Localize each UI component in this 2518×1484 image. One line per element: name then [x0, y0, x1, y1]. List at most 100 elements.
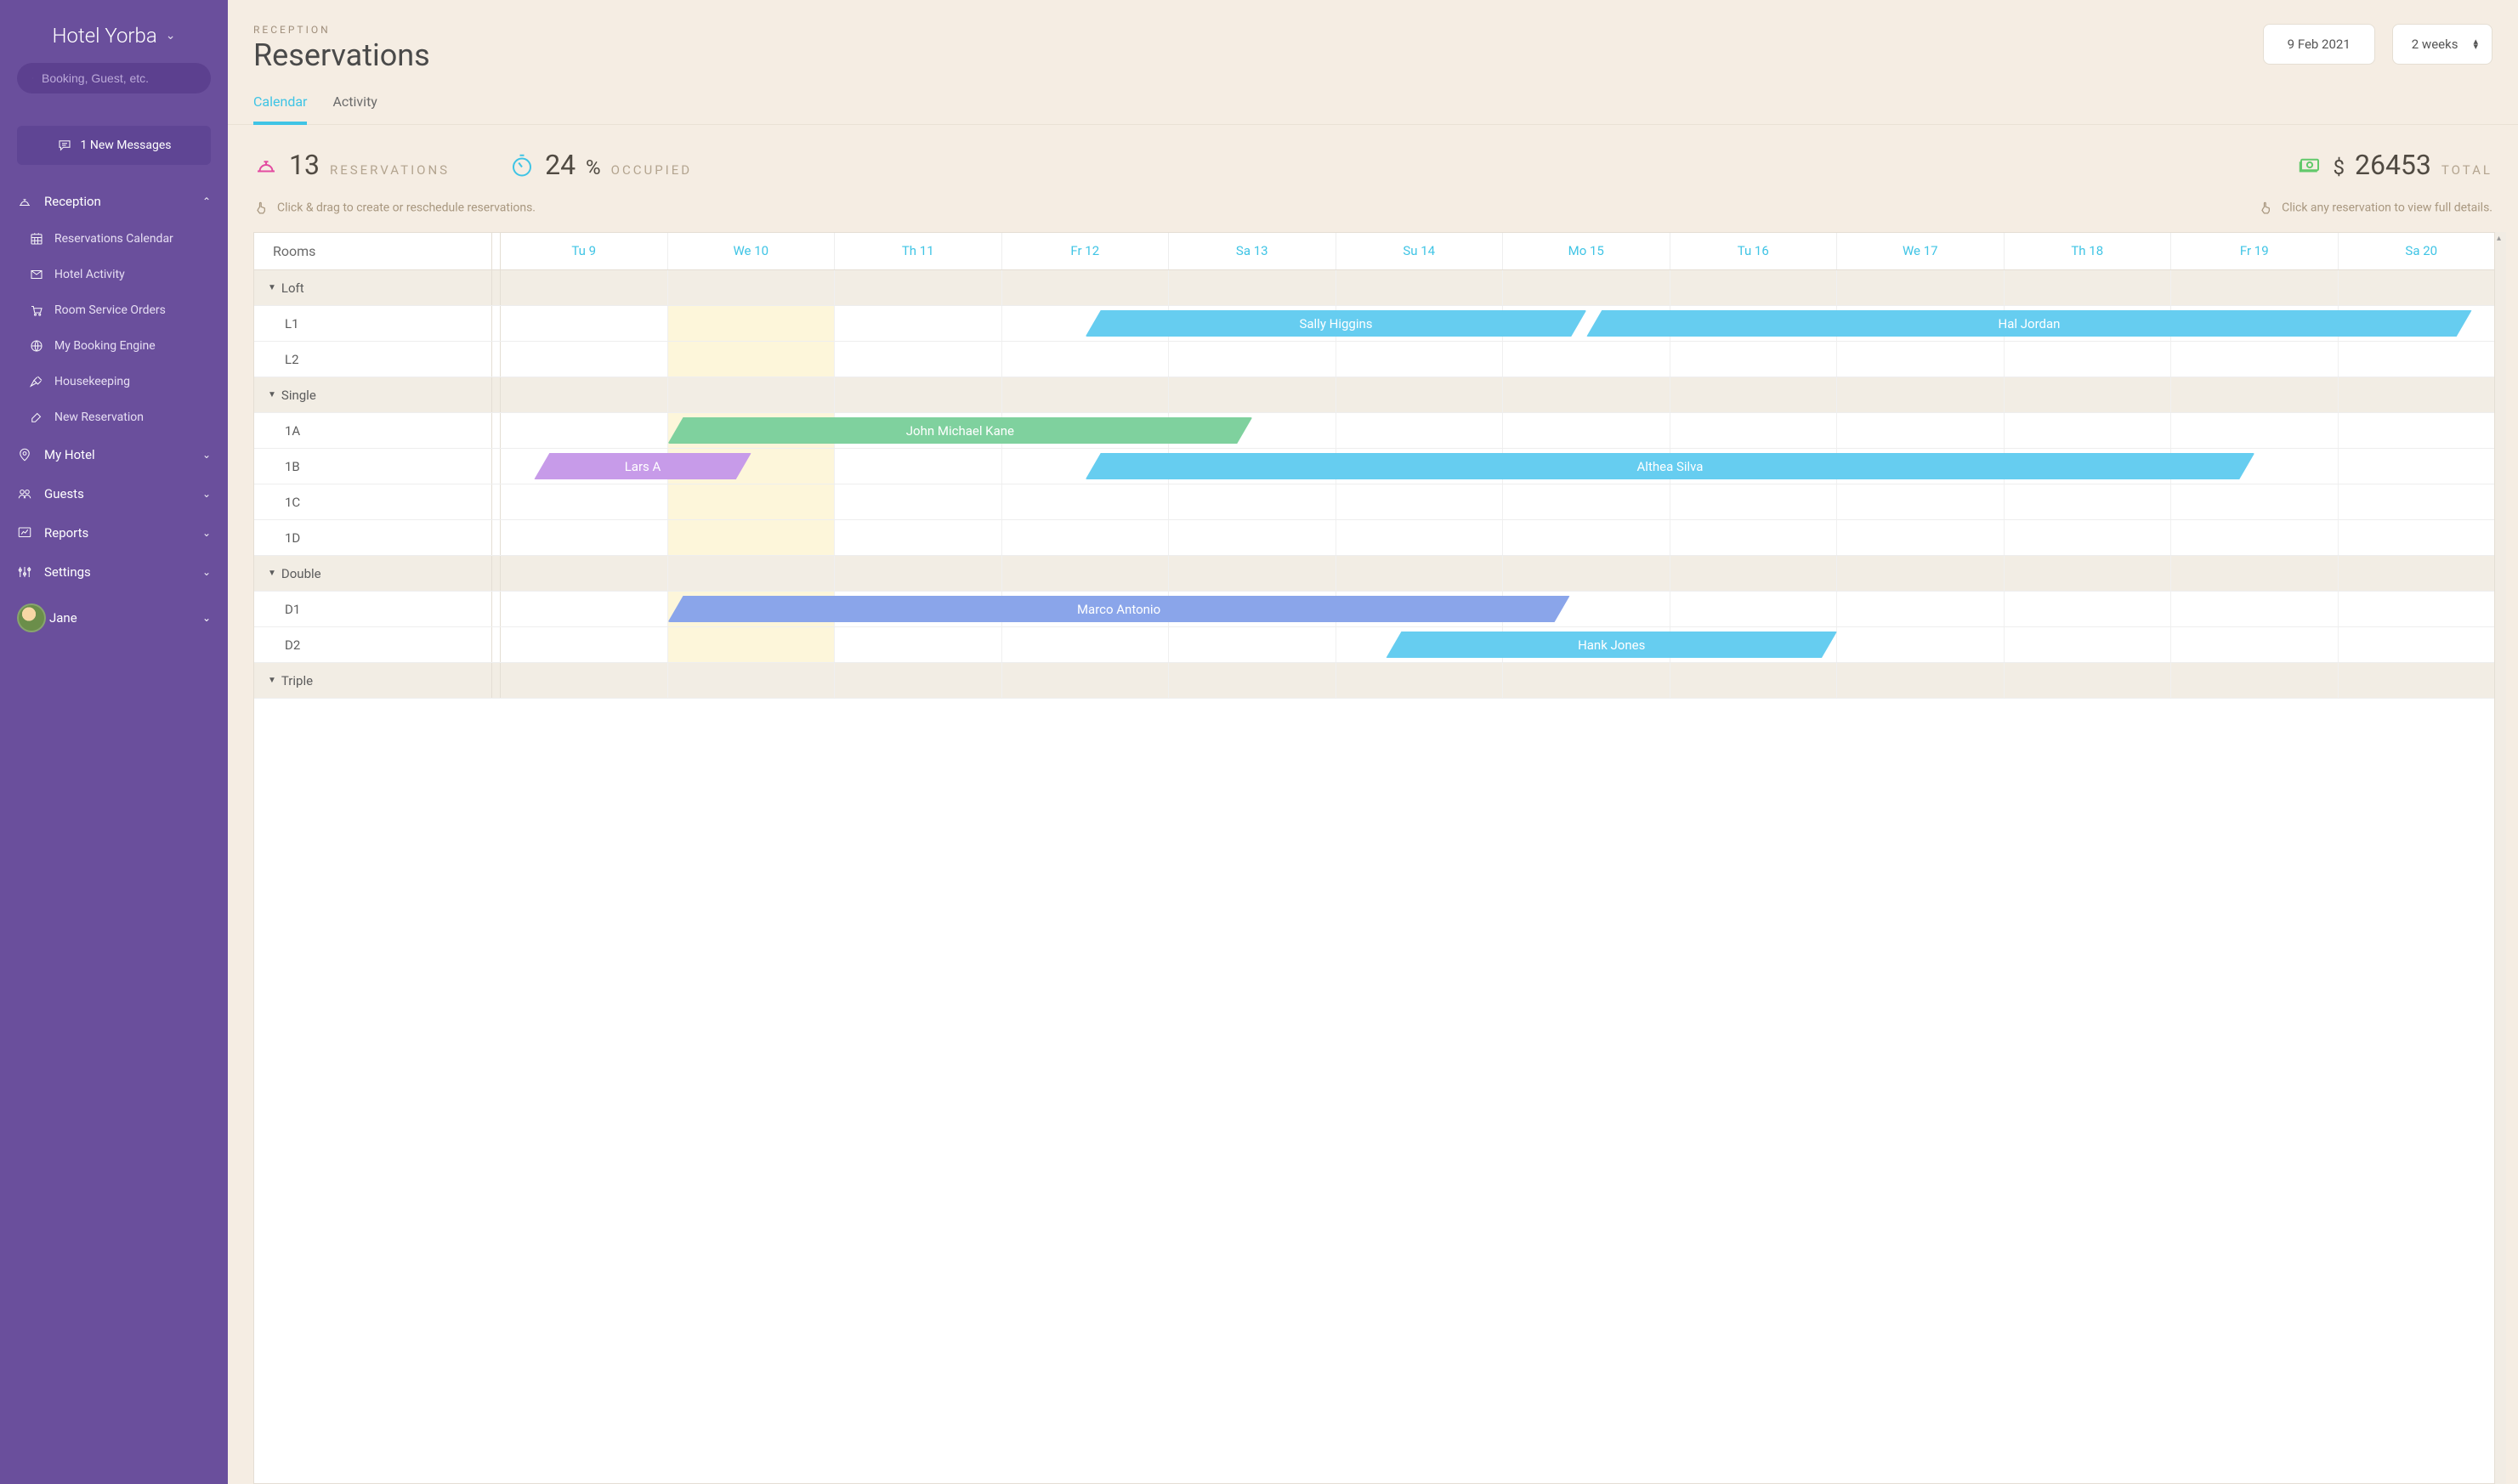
user-menu[interactable]: Jane ⌄ — [0, 592, 228, 644]
grid-cell[interactable] — [835, 484, 1002, 519]
grid-cell[interactable] — [1837, 520, 2005, 555]
search-input[interactable] — [42, 71, 196, 85]
day-header[interactable]: Sa 13 — [1169, 233, 1336, 269]
grid-cell[interactable] — [668, 342, 836, 377]
room-label[interactable]: ▼ Loft — [254, 270, 492, 305]
day-header[interactable]: We 17 — [1837, 233, 2005, 269]
grid-cell[interactable] — [1503, 413, 1670, 448]
grid-cell[interactable] — [1002, 520, 1170, 555]
reservation-block[interactable]: Marco Antonio — [668, 596, 1570, 622]
nav-section-settings[interactable]: Settings⌄ — [0, 552, 228, 592]
room-label[interactable]: ▼ Triple — [254, 663, 492, 698]
scrollbar[interactable] — [2494, 232, 2506, 1484]
grid-cell[interactable] — [1503, 484, 1670, 519]
reservation-block[interactable]: Hal Jordan — [1586, 310, 2471, 337]
grid-cell[interactable] — [2339, 413, 2506, 448]
reservation-block[interactable]: Althea Silva — [1086, 453, 2255, 479]
day-header[interactable]: Tu 9 — [501, 233, 668, 269]
grid-cell[interactable] — [1169, 342, 1336, 377]
grid-cell[interactable] — [1336, 413, 1504, 448]
grid-cell[interactable] — [1837, 627, 2005, 662]
search-field[interactable] — [17, 63, 211, 93]
grid-cell[interactable] — [1336, 520, 1504, 555]
grid-cell[interactable] — [1670, 342, 1838, 377]
grid-cell[interactable] — [2171, 627, 2339, 662]
day-header[interactable]: Mo 15 — [1503, 233, 1670, 269]
grid-cell[interactable] — [501, 484, 668, 519]
grid-cell[interactable] — [2339, 484, 2506, 519]
grid-cell[interactable] — [501, 342, 668, 377]
grid-cell[interactable] — [2339, 592, 2506, 626]
tab-activity[interactable]: Activity — [332, 88, 377, 125]
grid-cell[interactable] — [2005, 413, 2172, 448]
day-header[interactable]: Sa 20 — [2339, 233, 2506, 269]
grid-cell[interactable] — [1503, 342, 1670, 377]
date-picker[interactable]: 9 Feb 2021 — [2263, 24, 2375, 65]
nav-section-reception[interactable]: Reception⌃ — [0, 182, 228, 221]
nav-section-reports[interactable]: Reports⌄ — [0, 513, 228, 552]
grid-cell[interactable] — [2005, 342, 2172, 377]
nav-item-new-reservation[interactable]: New Reservation — [0, 399, 228, 435]
grid-cell[interactable] — [2005, 484, 2172, 519]
day-header[interactable]: Th 18 — [2005, 233, 2172, 269]
day-header[interactable]: Fr 12 — [1002, 233, 1170, 269]
grid-cell[interactable] — [1670, 520, 1838, 555]
grid-cell[interactable] — [501, 627, 668, 662]
grid-cell[interactable] — [1336, 342, 1504, 377]
day-header[interactable]: Fr 19 — [2171, 233, 2339, 269]
grid-cell[interactable] — [2171, 413, 2339, 448]
grid-cell[interactable] — [2339, 627, 2506, 662]
grid-cell[interactable] — [1670, 484, 1838, 519]
nav-item-hotel-activity[interactable]: Hotel Activity — [0, 257, 228, 292]
grid-cell[interactable] — [668, 306, 836, 341]
nav-section-guests[interactable]: Guests⌄ — [0, 474, 228, 513]
day-header[interactable]: Tu 16 — [1670, 233, 1838, 269]
grid-cell[interactable] — [668, 520, 836, 555]
grid-cell[interactable] — [1002, 627, 1170, 662]
grid-cell[interactable] — [835, 306, 1002, 341]
grid-cell[interactable] — [1002, 342, 1170, 377]
grid-cell[interactable] — [668, 627, 836, 662]
grid-cell[interactable] — [2171, 342, 2339, 377]
grid-cell[interactable] — [1837, 592, 2005, 626]
room-label[interactable]: ▼ Double — [254, 556, 492, 591]
reservation-block[interactable]: Lars A — [534, 453, 751, 479]
range-select[interactable]: 2 weeks ▴▾ — [2392, 24, 2492, 65]
grid-cell[interactable] — [835, 342, 1002, 377]
grid-cell[interactable] — [501, 306, 668, 341]
grid-cell[interactable] — [2171, 520, 2339, 555]
grid-cell[interactable] — [1169, 627, 1336, 662]
room-label[interactable]: ▼ Single — [254, 377, 492, 412]
grid-cell[interactable] — [1336, 484, 1504, 519]
nav-item-housekeeping[interactable]: Housekeeping — [0, 364, 228, 399]
day-header[interactable]: We 10 — [668, 233, 836, 269]
grid-cell[interactable] — [1837, 342, 2005, 377]
day-header[interactable]: Su 14 — [1336, 233, 1504, 269]
grid-cell[interactable] — [2339, 520, 2506, 555]
grid-cell[interactable] — [835, 449, 1002, 484]
grid-cell[interactable] — [2171, 484, 2339, 519]
reservation-block[interactable]: Sally Higgins — [1086, 310, 1587, 337]
reservation-block[interactable]: Hank Jones — [1386, 632, 1837, 658]
grid-cell[interactable] — [835, 627, 1002, 662]
grid-cell[interactable] — [2339, 449, 2506, 484]
grid-cell[interactable] — [1837, 413, 2005, 448]
grid-cell[interactable] — [2339, 342, 2506, 377]
grid-cell[interactable] — [1169, 520, 1336, 555]
grid-cell[interactable] — [2171, 592, 2339, 626]
grid-cell[interactable] — [1670, 413, 1838, 448]
nav-item-my-booking-engine[interactable]: My Booking Engine — [0, 328, 228, 364]
hotel-selector[interactable]: Hotel Yorba ⌄ — [0, 0, 228, 59]
grid-cell[interactable] — [1837, 484, 2005, 519]
nav-item-reservations-calendar[interactable]: Reservations Calendar — [0, 221, 228, 257]
grid-cell[interactable] — [668, 484, 836, 519]
reservation-block[interactable]: John Michael Kane — [668, 417, 1253, 444]
grid-cell[interactable] — [1002, 484, 1170, 519]
grid-cell[interactable] — [501, 520, 668, 555]
grid-cell[interactable] — [835, 520, 1002, 555]
nav-item-room-service-orders[interactable]: Room Service Orders — [0, 292, 228, 328]
nav-section-my-hotel[interactable]: My Hotel⌄ — [0, 435, 228, 474]
grid-cell[interactable] — [1169, 484, 1336, 519]
grid-cell[interactable] — [1670, 592, 1838, 626]
grid-cell[interactable] — [2005, 627, 2172, 662]
